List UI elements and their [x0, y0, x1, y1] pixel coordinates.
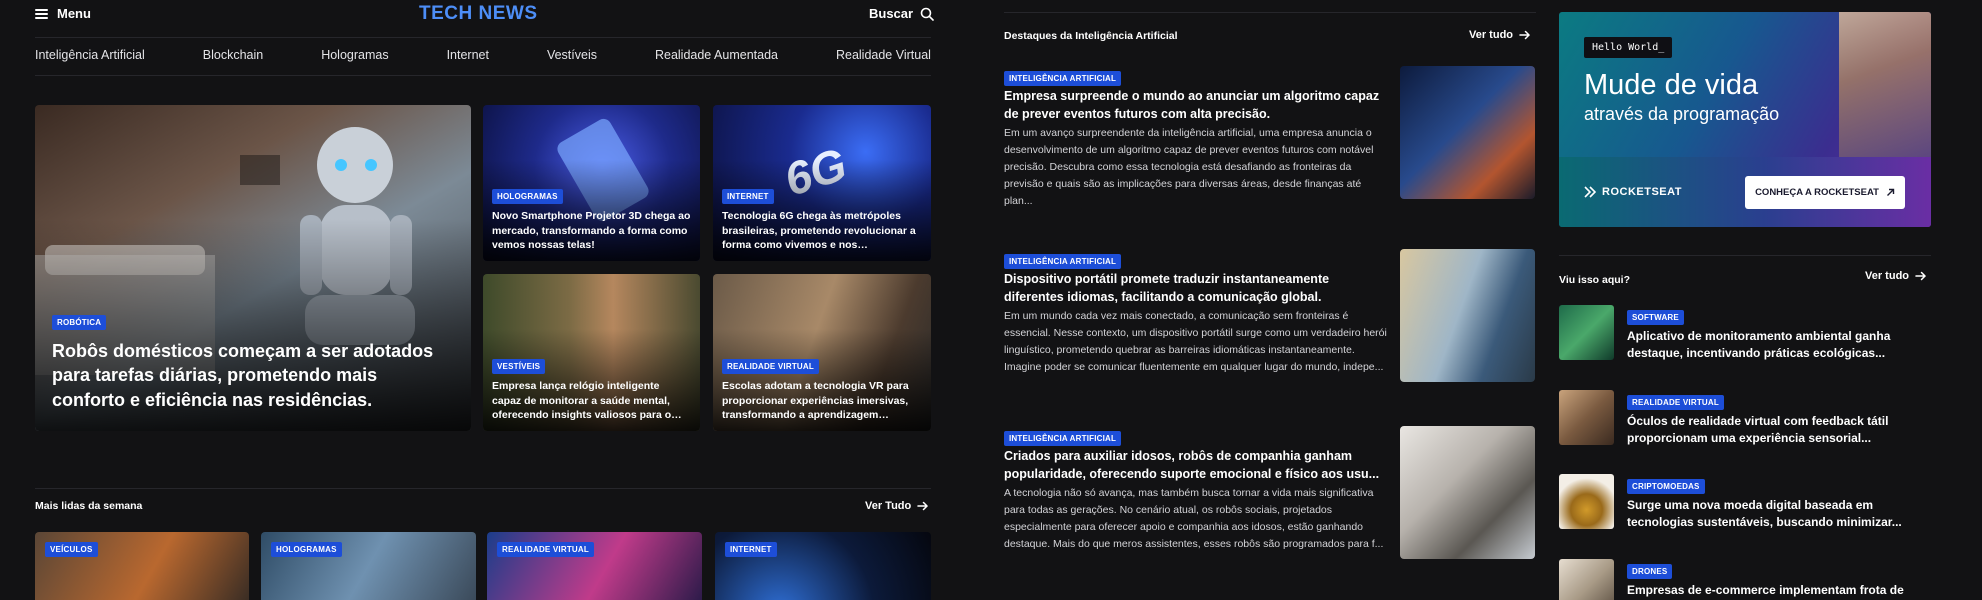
sidebar-item-image[interactable]: [1559, 474, 1614, 529]
category-tag[interactable]: SOFTWARE: [1627, 310, 1684, 325]
featured-title: Destaques da Inteligência Artificial: [1004, 30, 1178, 42]
ad-cta-button[interactable]: CONHEÇA A ROCKETSEAT: [1745, 176, 1905, 209]
nav-item-internet[interactable]: Internet: [447, 48, 489, 62]
menu-button[interactable]: Menu: [35, 6, 91, 21]
see-all-label: Ver tudo: [1469, 29, 1514, 41]
hero-main-title[interactable]: Robôs domésticos começam a ser adotados …: [52, 339, 454, 412]
most-read-see-all[interactable]: Ver Tudo: [865, 500, 929, 512]
hero-card[interactable]: VESTÍVEIS Empresa lança relógio intelige…: [483, 274, 700, 431]
hero-main-card[interactable]: ROBÓTICA Robôs domésticos começam a ser …: [35, 105, 471, 431]
sidebar-item-image[interactable]: [1559, 559, 1614, 600]
header-divider: [35, 37, 931, 38]
external-arrow-icon: [1886, 188, 1895, 196]
nav-item-inteligencia-artificial[interactable]: Inteligência Artificial: [35, 48, 145, 62]
category-tag[interactable]: HOLOGRAMAS: [271, 542, 342, 557]
category-tag[interactable]: DRONES: [1627, 564, 1673, 579]
category-tag[interactable]: REALIDADE VIRTUAL: [722, 359, 819, 375]
hero-card-title[interactable]: Tecnologia 6G chega às metrópoles brasil…: [722, 209, 922, 252]
most-read-card[interactable]: VEÍCULOS: [35, 532, 249, 600]
hero-card[interactable]: REALIDADE VIRTUAL Escolas adotam a tecno…: [713, 274, 931, 431]
rocketseat-ad[interactable]: Hello World_ Mude de vida através da pro…: [1559, 12, 1931, 227]
featured-article-title[interactable]: Empresa surpreende o mundo ao anunciar u…: [1004, 88, 1389, 123]
most-read-title: Mais lidas da semana: [35, 500, 143, 512]
most-read-card[interactable]: HOLOGRAMAS: [261, 532, 476, 600]
nav-item-vestiveis[interactable]: Vestíveis: [547, 48, 597, 62]
category-tag[interactable]: REALIDADE VIRTUAL: [1627, 395, 1724, 410]
ad-code-badge: Hello World_: [1584, 37, 1673, 58]
featured-article-title[interactable]: Criados para auxiliar idosos, robôs de c…: [1004, 448, 1389, 483]
category-nav: Inteligência Artificial Blockchain Holog…: [35, 48, 931, 62]
sidebar-see-all[interactable]: Ver tudo: [1865, 270, 1927, 282]
search-button[interactable]: Buscar: [869, 6, 934, 21]
featured-article-image[interactable]: [1400, 249, 1535, 382]
site-logo[interactable]: TECH NEWS: [419, 3, 538, 25]
featured-article-excerpt: Em um avanço surpreendente da inteligênc…: [1004, 127, 1374, 207]
featured-see-all[interactable]: Ver tudo: [1469, 29, 1531, 41]
category-tag[interactable]: INTERNET: [722, 189, 774, 205]
sidebar-item-image[interactable]: [1559, 390, 1614, 445]
brand-label: ROCKETSEAT: [1602, 186, 1682, 198]
hero-card[interactable]: HOLOGRAMAS Novo Smartphone Projetor 3D c…: [483, 105, 700, 261]
arrow-right-icon: [1519, 30, 1531, 40]
ad-subline: através da programação: [1584, 104, 1780, 124]
category-tag[interactable]: INTERNET: [725, 542, 777, 557]
hero-card-title[interactable]: Novo Smartphone Projetor 3D chega ao mer…: [492, 209, 691, 252]
ad-person-image: [1839, 12, 1931, 157]
featured-article-excerpt: Em um mundo cada vez mais conectado, a c…: [1004, 310, 1387, 373]
featured-article-image[interactable]: [1400, 66, 1535, 199]
nav-divider: [35, 75, 931, 76]
arrow-right-icon: [1915, 271, 1927, 281]
most-read-card[interactable]: REALIDADE VIRTUAL: [487, 532, 702, 600]
category-tag[interactable]: VEÍCULOS: [45, 542, 98, 557]
featured-article-image[interactable]: [1400, 426, 1535, 559]
cta-label: CONHEÇA A ROCKETSEAT: [1755, 187, 1879, 198]
category-tag[interactable]: VESTÍVEIS: [492, 359, 546, 375]
most-read-divider: [35, 488, 931, 489]
nav-item-realidade-aumentada[interactable]: Realidade Aumentada: [655, 48, 778, 62]
featured-article-title[interactable]: Dispositivo portátil promete traduzir in…: [1004, 271, 1389, 306]
rocketseat-logo: ROCKETSEAT: [1584, 186, 1682, 198]
category-tag[interactable]: INTELIGÊNCIA ARTIFICIAL: [1004, 254, 1122, 269]
search-icon: [920, 7, 934, 21]
sidebar-title: Viu isso aqui?: [1559, 274, 1630, 286]
menu-icon: [35, 8, 48, 19]
category-tag[interactable]: CRIPTOMOEDAS: [1627, 479, 1705, 494]
nav-item-hologramas[interactable]: Hologramas: [321, 48, 388, 62]
sidebar-item-title[interactable]: Surge uma nova moeda digital baseada em …: [1627, 497, 1937, 531]
category-tag[interactable]: INTELIGÊNCIA ARTIFICIAL: [1004, 431, 1122, 446]
category-tag[interactable]: REALIDADE VIRTUAL: [497, 542, 594, 557]
category-tag[interactable]: HOLOGRAMAS: [492, 189, 563, 205]
sidebar-item-title[interactable]: Empresas de e-commerce implementam frota…: [1627, 582, 1937, 599]
hero-card[interactable]: 6G INTERNET Tecnologia 6G chega às metró…: [713, 105, 931, 261]
sidebar-item-title[interactable]: Aplicativo de monitoramento ambiental ga…: [1627, 328, 1937, 362]
search-label: Buscar: [869, 6, 914, 21]
nav-item-blockchain[interactable]: Blockchain: [203, 48, 263, 62]
sidebar-item-image[interactable]: [1559, 305, 1614, 360]
most-read-card[interactable]: INTERNET: [715, 532, 931, 600]
menu-label: Menu: [57, 6, 91, 21]
category-tag[interactable]: ROBÓTICA: [52, 315, 107, 331]
arrow-right-icon: [917, 501, 929, 511]
hero-card-title[interactable]: Empresa lança relógio inteligente capaz …: [492, 379, 691, 422]
hero-card-title[interactable]: Escolas adotam a tecnologia VR para prop…: [722, 379, 922, 422]
ad-headline: Mude de vida: [1584, 69, 1759, 101]
see-all-label: Ver tudo: [1865, 270, 1910, 282]
category-tag[interactable]: INTELIGÊNCIA ARTIFICIAL: [1004, 71, 1122, 86]
rocketseat-logo-icon: [1584, 186, 1596, 198]
sidebar-item-title[interactable]: Óculos de realidade virtual com feedback…: [1627, 413, 1937, 447]
featured-top-divider: [1004, 12, 1536, 13]
sidebar-divider: [1559, 255, 1931, 256]
nav-item-realidade-virtual[interactable]: Realidade Virtual: [836, 48, 931, 62]
see-all-label: Ver Tudo: [865, 500, 912, 512]
featured-article-excerpt: A tecnologia não só avança, mas também b…: [1004, 487, 1384, 550]
